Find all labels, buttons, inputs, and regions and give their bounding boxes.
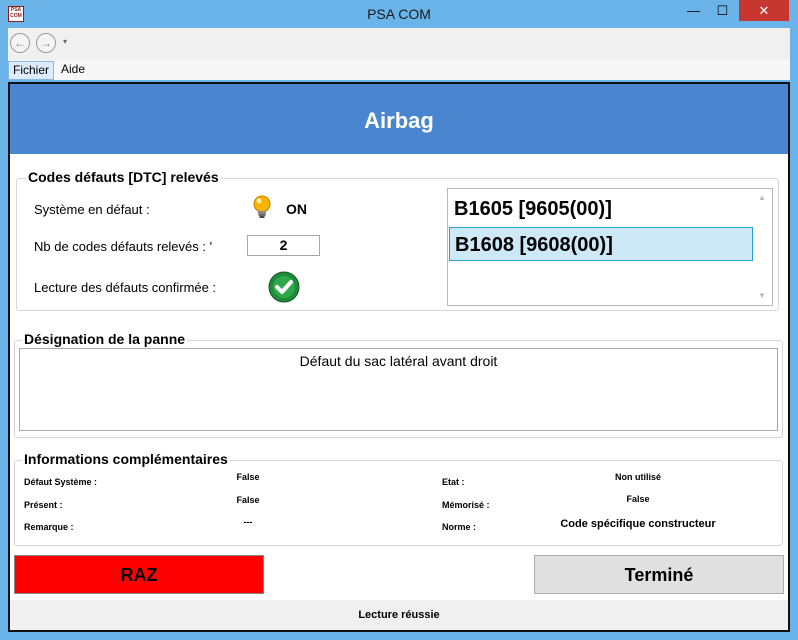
fault-description-box: Défaut du sac latéral avant droit: [19, 348, 778, 431]
info-value-etat: Non utilisé: [614, 472, 661, 482]
dtc-count-field: 2: [247, 235, 320, 256]
menu-aide[interactable]: Aide: [57, 61, 89, 78]
minimize-button[interactable]: —: [679, 0, 708, 21]
dtc-group-title: Codes défauts [DTC] relevés: [26, 169, 221, 185]
designation-title: Désignation de la panne: [22, 331, 188, 347]
close-button[interactable]: ✕: [739, 0, 789, 21]
info-label-etat: Etat :: [442, 477, 465, 487]
info-label-defaut-systeme: Défaut Système :: [24, 477, 98, 487]
main-panel: Airbag Codes défauts [DTC] relevés Systè…: [8, 82, 790, 632]
header-band: Airbag: [10, 84, 788, 154]
termine-button[interactable]: Terminé: [534, 555, 784, 594]
forward-button[interactable]: →: [36, 33, 56, 53]
dtc-code-list[interactable]: B1605 [9605(00)] B1608 [9608(00)] ▲ ▼: [447, 188, 773, 306]
lightbulb-on-icon: [253, 195, 271, 218]
system-status-text: ON: [286, 201, 307, 217]
menu-bar: Fichier Aide: [8, 60, 790, 80]
page-title: Airbag: [364, 108, 434, 133]
dtc-list-item[interactable]: B1605 [9605(00)]: [449, 192, 753, 226]
info-label-remarque: Remarque :: [24, 522, 74, 532]
dtc-list-item-selected[interactable]: B1608 [9608(00)]: [449, 227, 753, 261]
status-text: Lecture réussie: [358, 609, 440, 621]
info-value-present: False: [236, 495, 260, 505]
info-title: Informations complémentaires: [22, 451, 230, 467]
checkmark-icon: [268, 271, 300, 303]
scroll-up-icon[interactable]: ▲: [758, 193, 766, 202]
scroll-down-icon[interactable]: ▼: [758, 291, 766, 300]
fault-description-text: Défaut du sac latéral avant droit: [299, 353, 498, 369]
maximize-button[interactable]: ☐: [708, 0, 737, 21]
navigation-toolbar: ← → ▾: [8, 28, 790, 60]
confirmed-label: Lecture des défauts confirmée :: [34, 280, 217, 295]
info-label-norme: Norme :: [442, 522, 477, 532]
info-label-memorise: Mémorisé :: [442, 500, 490, 510]
system-fault-label: Système en défaut :: [34, 202, 150, 217]
info-value-memorise: False: [626, 494, 650, 504]
raz-button[interactable]: RAZ: [14, 555, 264, 594]
info-value-norme: Code spécifique constructeur: [560, 518, 716, 530]
title-bar: PSA COM PSA COM — ☐ ✕: [0, 0, 798, 28]
dtc-count-label: Nb de codes défauts relevés : ': [34, 239, 213, 254]
status-bar: Lecture réussie: [10, 600, 788, 630]
info-value-defaut-systeme: False: [236, 472, 260, 482]
info-label-present: Présent :: [24, 500, 63, 510]
history-dropdown-icon[interactable]: ▾: [63, 37, 67, 46]
back-button[interactable]: ←: [10, 33, 30, 53]
menu-fichier[interactable]: Fichier: [8, 61, 55, 80]
info-value-remarque: ---: [243, 517, 253, 527]
